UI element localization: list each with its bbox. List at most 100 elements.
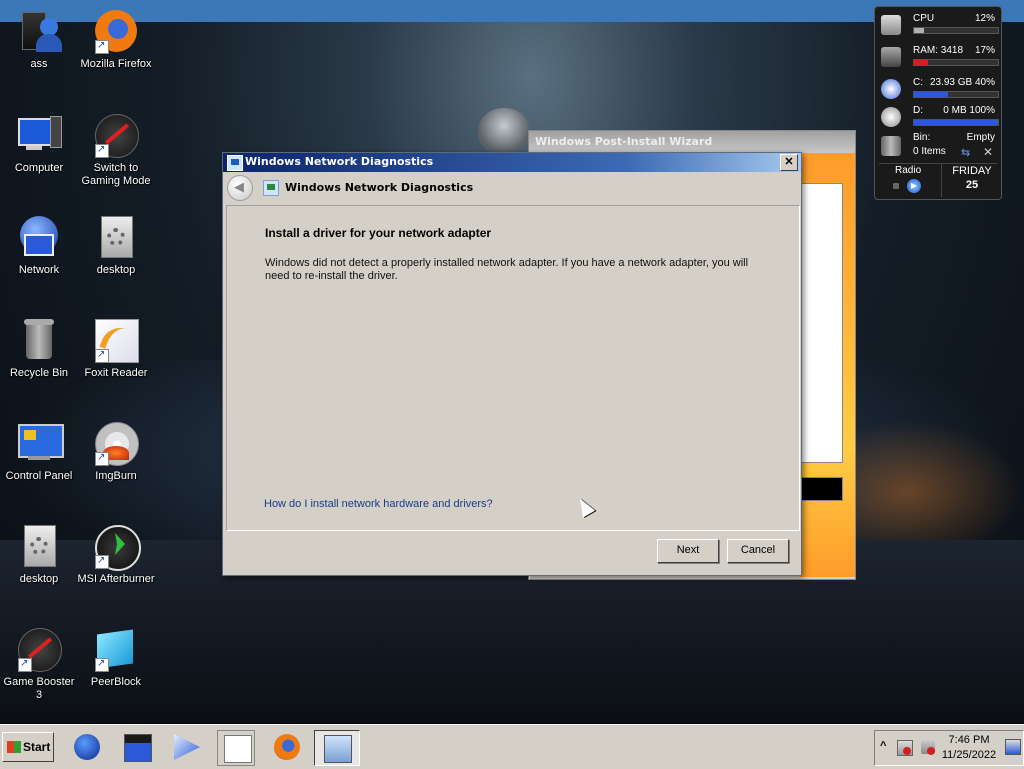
desktop-icon-label: Recycle Bin <box>9 367 69 379</box>
shortcut-arrow-icon <box>95 39 109 54</box>
gadget-drive-c-label: C: <box>913 77 923 88</box>
shortcut-arrow-icon <box>18 657 32 672</box>
taskbar-item-firefox[interactable] <box>268 730 304 764</box>
gadget-ram-bar <box>913 59 999 66</box>
desktop-icon-msi-afterburner[interactable]: MSI Afterburner <box>77 523 155 586</box>
empty-bin-icon[interactable]: ✕ <box>983 145 993 159</box>
network-diagnostics-dialog[interactable]: Windows Network Diagnostics ✕ ◀ Windows … <box>222 152 802 576</box>
gadget-divider <box>941 163 942 197</box>
gadget-drive-c-row: C: 23.93 GB 40% <box>879 77 999 101</box>
shortcut-arrow-icon <box>95 451 109 466</box>
window-app-icon <box>124 734 152 762</box>
desktop-icon-label: ass <box>30 58 48 70</box>
gadget-bin-items: 0 Items <box>913 146 946 157</box>
desktop-icon-mozilla-firefox[interactable]: Mozilla Firefox <box>77 8 155 71</box>
drive-c-icon <box>881 79 901 99</box>
content-body: Windows did not detect a properly instal… <box>265 257 749 282</box>
wizard-content-panel <box>799 183 843 463</box>
clock-time[interactable]: 7:46 PM <box>939 734 999 746</box>
close-icon: ✕ <box>784 156 794 168</box>
system-tray: ^ 7:46 PM 11/25/2022 <box>874 730 1024 766</box>
desktop-icon-imgburn[interactable]: ImgBurn <box>77 420 155 483</box>
desktop-icon-network[interactable]: Network <box>0 214 78 277</box>
show-desktop-icon[interactable] <box>1005 739 1021 755</box>
desktop-icon-peerblock[interactable]: PeerBlock <box>77 626 155 689</box>
refresh-icon[interactable]: ⇆ <box>961 146 970 159</box>
close-button[interactable]: ✕ <box>780 154 798 171</box>
media-player-icon <box>174 734 200 760</box>
gadget-ram-row: RAM: 3418 17% <box>879 45 999 69</box>
gadget-cpu-row: CPU 12% <box>879 13 999 37</box>
header-title: Windows Network Diagnostics <box>285 181 474 194</box>
desktop-icon-label: Network <box>18 264 60 276</box>
recycle-bin-icon <box>881 136 901 156</box>
windows-logo-icon <box>7 741 21 753</box>
desktop-icon-label: desktop <box>96 264 136 276</box>
taskbar-item-document-window[interactable] <box>217 730 255 766</box>
back-button[interactable]: ◀ <box>227 175 253 201</box>
gadget-radio-label: Radio <box>895 165 922 176</box>
clock-date[interactable]: 11/25/2022 <box>939 749 999 761</box>
shortcut-arrow-icon <box>95 657 109 672</box>
control-panel-icon <box>16 420 64 466</box>
gear-file-icon <box>93 214 139 260</box>
start-label: Start <box>23 740 51 754</box>
firefox-icon <box>274 734 300 760</box>
desktop-icon-computer[interactable]: Computer <box>0 112 78 175</box>
network-error-icon <box>903 747 911 755</box>
desktop-icon-label: Computer <box>14 162 64 174</box>
gadget-bin-status: Empty <box>966 132 995 143</box>
help-link[interactable]: How do I install network hardware and dr… <box>264 498 493 510</box>
gadget-drive-d-bar <box>913 119 999 126</box>
gadget-ram-value: 17% <box>974 45 995 56</box>
desktop-icon-ass[interactable]: ass <box>0 8 78 71</box>
desktop-icon-label: Switch to Gaming Mode <box>81 162 151 187</box>
tray-chevron-icon[interactable]: ^ <box>880 740 886 752</box>
wallpaper-helmet <box>478 108 530 152</box>
gadget-date: 25 <box>965 179 979 191</box>
desktop-icon-recycle-bin[interactable]: Recycle Bin <box>0 317 78 380</box>
desktop-icon-game-booster-3[interactable]: Game Booster 3 <box>0 626 78 702</box>
radio-stop-icon[interactable] <box>893 183 899 189</box>
cancel-button[interactable]: Cancel <box>727 539 789 563</box>
dialog-title: Windows Network Diagnostics <box>245 155 434 168</box>
dialog-content: Install a driver for your network adapte… <box>226 205 800 531</box>
afterburner-icon <box>93 523 141 571</box>
taskbar-item-media-player[interactable] <box>168 730 204 764</box>
foxit-icon <box>93 317 139 363</box>
shortcut-arrow-icon <box>95 554 109 569</box>
desktop-icon-switch-to-gaming-mode[interactable]: Switch to Gaming Mode <box>77 112 155 188</box>
gadget-divider <box>879 163 997 164</box>
desktop-icon-label: Mozilla Firefox <box>80 58 152 70</box>
desktop-icon-label: Game Booster 3 <box>3 676 75 701</box>
taskbar-item-window-app[interactable] <box>118 730 154 764</box>
desktop-icon-foxit-reader[interactable]: Foxit Reader <box>77 317 155 380</box>
taskbar-item-network-diagnostics[interactable] <box>314 730 360 766</box>
next-button[interactable]: Next <box>657 539 719 563</box>
desktop-icon-label: Foxit Reader <box>84 367 148 379</box>
peerblock-icon <box>93 626 139 672</box>
desktop-icon-control-panel[interactable]: Control Panel <box>0 420 78 483</box>
taskbar-item-globe[interactable] <box>68 730 104 764</box>
desktop-icon-label: MSI Afterburner <box>77 573 155 585</box>
dialog-titlebar[interactable]: Windows Network Diagnostics ✕ <box>223 153 801 172</box>
start-button[interactable]: Start <box>2 732 54 762</box>
gadget-day: FRIDAY <box>952 165 992 177</box>
gadget-bin-row[interactable]: Bin: Empty 0 Items ⇆ ✕ <box>879 132 997 160</box>
desktop-icon-label: desktop <box>19 573 59 585</box>
radio-play-icon[interactable]: ▶ <box>907 179 921 193</box>
document-window-icon <box>224 735 252 763</box>
desktop-icon-desktop[interactable]: desktop <box>77 214 155 277</box>
shortcut-arrow-icon <box>95 143 109 158</box>
firefox-icon <box>93 8 139 54</box>
wizard-title: Windows Post-Install Wizard <box>529 131 855 153</box>
computer-icon <box>16 112 62 158</box>
network-icon <box>16 214 62 260</box>
network-diagnostics-icon <box>324 735 352 763</box>
desktop-icon-desktop-2[interactable]: desktop <box>0 523 78 586</box>
network-diagnostics-icon <box>227 155 243 171</box>
gadget-drive-d-label: D: <box>913 105 923 116</box>
gadget-drive-d-row: D: 0 MB 100% <box>879 105 999 129</box>
gaming-mode-icon <box>93 112 139 158</box>
gadget-cpu-label: CPU <box>913 13 935 24</box>
